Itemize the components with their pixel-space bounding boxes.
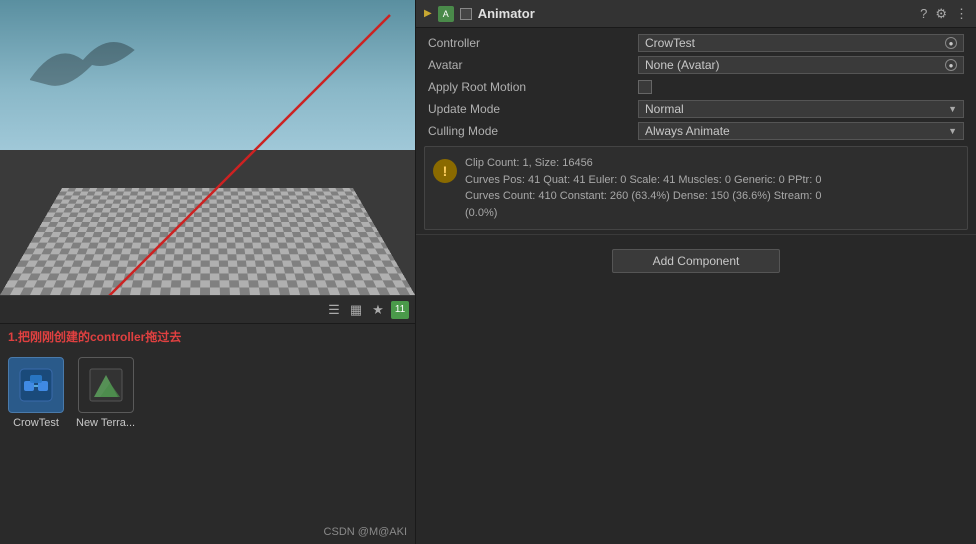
- update-mode-row: Update Mode Normal ▼: [416, 98, 976, 120]
- inspector-body: Controller CrowTest ● Avatar None (Avata…: [416, 28, 976, 544]
- crowtest-icon-img: [8, 357, 64, 413]
- update-mode-dropdown[interactable]: Normal ▼: [638, 100, 964, 118]
- file-browser-toolbar: ☰ ▦ ★ 11: [0, 296, 415, 324]
- terrain-icon-img: [78, 357, 134, 413]
- viewport: [0, 0, 415, 295]
- watermark: CSDN @M@AKI: [324, 526, 407, 538]
- avatar-label: Avatar: [428, 58, 638, 72]
- inspector-panel: ▶ A Animator ? ⚙ ⋮ Controller CrowTest ●…: [415, 0, 976, 544]
- terrain-label: New Terra...: [76, 417, 135, 429]
- culling-mode-value-text: Always Animate: [645, 124, 730, 138]
- instruction-text: 1.把刚刚创建的controller拖过去: [0, 324, 415, 349]
- warning-line4: (0.0%): [465, 205, 821, 222]
- update-mode-arrow-icon: ▼: [948, 104, 957, 114]
- culling-mode-arrow-icon: ▼: [948, 126, 957, 136]
- controller-label: Controller: [428, 36, 638, 50]
- more-icon[interactable]: ⋮: [955, 6, 968, 22]
- add-component-area: Add Component: [416, 237, 976, 285]
- avatar-value-text: None (Avatar): [645, 58, 719, 72]
- warning-box: ! Clip Count: 1, Size: 16456 Curves Pos:…: [424, 146, 968, 230]
- culling-mode-dropdown[interactable]: Always Animate ▼: [638, 122, 964, 140]
- controller-value: CrowTest ●: [638, 34, 964, 52]
- collapse-arrow-icon[interactable]: ▶: [424, 8, 432, 19]
- controller-select-icon[interactable]: ●: [945, 37, 957, 49]
- warning-text: Clip Count: 1, Size: 16456 Curves Pos: 4…: [465, 155, 821, 221]
- header-icons: ? ⚙ ⋮: [920, 6, 968, 22]
- apply-root-motion-label: Apply Root Motion: [428, 80, 638, 94]
- apply-root-motion-value: [638, 80, 964, 94]
- controller-row: Controller CrowTest ●: [416, 32, 976, 54]
- crow-shadow: [30, 20, 150, 120]
- warning-line1: Clip Count: 1, Size: 16456: [465, 155, 821, 172]
- settings-icon[interactable]: ⚙: [935, 6, 947, 22]
- culling-mode-value: Always Animate ▼: [638, 122, 964, 140]
- animator-component-icon: A: [438, 6, 454, 22]
- save-icon[interactable]: ☰: [325, 301, 343, 319]
- inspector-header: ▶ A Animator ? ⚙ ⋮: [416, 0, 976, 28]
- terrain-file-icon[interactable]: New Terra...: [76, 357, 135, 429]
- crowtest-label: CrowTest: [13, 417, 59, 429]
- culling-mode-label: Culling Mode: [428, 124, 638, 138]
- component-enable-checkbox[interactable]: [460, 8, 472, 20]
- copy-icon[interactable]: ★: [369, 301, 387, 319]
- left-panel: ☰ ▦ ★ 11 1.把刚刚创建的controller拖过去 CrowTe: [0, 0, 415, 544]
- help-icon[interactable]: ?: [920, 6, 927, 21]
- crowtest-svg: [16, 365, 56, 405]
- component-title: Animator: [478, 6, 914, 21]
- crowtest-file-icon[interactable]: CrowTest: [8, 357, 64, 429]
- grid-icon[interactable]: ▦: [347, 301, 365, 319]
- update-mode-label: Update Mode: [428, 102, 638, 116]
- divider: [416, 234, 976, 235]
- apply-root-motion-checkbox[interactable]: [638, 80, 652, 94]
- update-mode-value: Normal ▼: [638, 100, 964, 118]
- avatar-field[interactable]: None (Avatar) ●: [638, 56, 964, 74]
- file-browser: ☰ ▦ ★ 11 1.把刚刚创建的controller拖过去 CrowTe: [0, 295, 415, 544]
- warning-line3: Curves Count: 410 Constant: 260 (63.4%) …: [465, 188, 821, 205]
- file-icons-area: CrowTest New Terra...: [0, 349, 415, 437]
- add-component-button[interactable]: Add Component: [612, 249, 781, 273]
- layer-count-badge: 11: [391, 301, 409, 319]
- checkerboard-floor: [0, 188, 415, 295]
- controller-value-text: CrowTest: [645, 36, 695, 50]
- culling-mode-row: Culling Mode Always Animate ▼: [416, 120, 976, 142]
- controller-field[interactable]: CrowTest ●: [638, 34, 964, 52]
- apply-root-motion-row: Apply Root Motion: [416, 76, 976, 98]
- avatar-row: Avatar None (Avatar) ●: [416, 54, 976, 76]
- terrain-svg: [86, 365, 126, 405]
- avatar-select-icon[interactable]: ●: [945, 59, 957, 71]
- warning-icon: !: [433, 159, 457, 183]
- warning-line2: Curves Pos: 41 Quat: 41 Euler: 0 Scale: …: [465, 172, 821, 189]
- update-mode-value-text: Normal: [645, 102, 684, 116]
- avatar-value: None (Avatar) ●: [638, 56, 964, 74]
